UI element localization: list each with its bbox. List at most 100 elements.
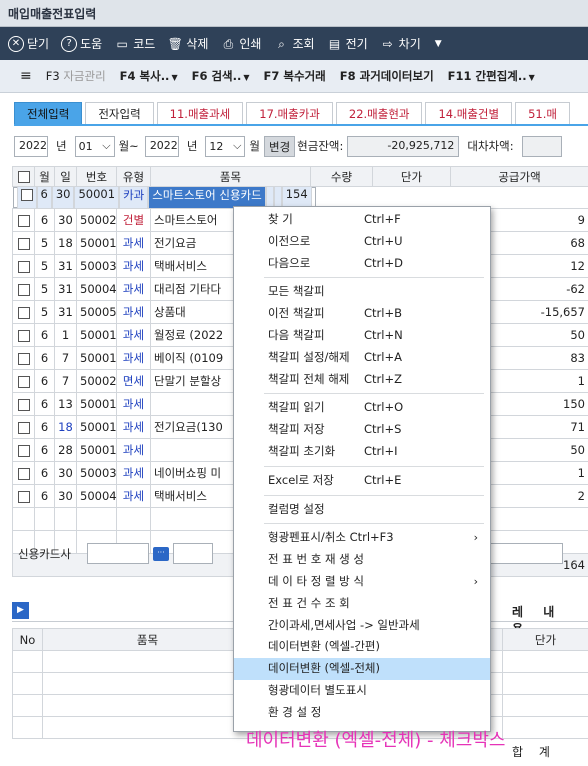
more-icon[interactable]: ▼ [435,39,442,49]
cell-m[interactable]: 6 [34,369,55,393]
cell-d[interactable]: 18 [54,415,77,439]
card-company-input[interactable] [86,543,149,564]
menu-item[interactable]: 책갈피 저장 Ctrl+S [234,419,490,441]
menu-item[interactable]: 다음으로 Ctrl+D [234,253,490,275]
cell-m[interactable]: 6 [34,392,55,416]
menu-item[interactable]: Excel로 저장 Ctrl+E [234,470,490,492]
checkbox[interactable] [17,237,30,250]
menu-item[interactable]: 이전으로 Ctrl+U [234,231,490,253]
cell-d[interactable]: 30 [54,461,77,485]
cell-d[interactable]: 7 [54,346,77,370]
year-to-input[interactable]: 2022 [144,135,179,157]
cell-type[interactable]: 카과 [119,186,149,209]
cell-no[interactable]: 50003 [76,254,117,278]
cell-m[interactable]: 6 [34,484,55,508]
detail-cell[interactable] [42,650,253,673]
checkbox[interactable] [17,490,30,503]
checkbox[interactable] [17,214,30,227]
row-select-cell[interactable] [12,438,35,462]
tab-5[interactable]: 14.매출건별 [425,102,513,124]
row-select-cell[interactable] [12,277,35,301]
cell-type[interactable]: 건별 [116,208,151,232]
cell-no[interactable]: 50001 [76,231,117,255]
detail-cell[interactable] [42,672,253,695]
tab-2[interactable]: 11.매출과세 [156,102,244,124]
function-f7-button[interactable]: F7 복수거래 [264,68,326,84]
cell-no[interactable]: 50004 [76,277,117,301]
menu-item[interactable]: 간이과세,면세사업 -> 일반과세 [234,615,490,637]
checkbox[interactable] [17,306,30,319]
tab-0[interactable]: 전체입력 [14,102,83,124]
cell-type[interactable]: 과세 [116,484,151,508]
row-select-cell[interactable] [16,186,37,209]
cell-no[interactable]: 50002 [76,208,117,232]
tab-3[interactable]: 17.매출카과 [246,102,333,124]
cell-type[interactable]: 과세 [116,277,151,301]
menu-item[interactable]: 책갈피 설정/해제 Ctrl+A [234,347,490,369]
row-select-cell[interactable] [12,415,35,439]
cell-m[interactable]: 5 [34,277,55,301]
cell-no[interactable]: 50005 [76,300,117,324]
cell-type[interactable]: 과세 [116,392,151,416]
detail-cell[interactable] [502,650,588,673]
checkbox[interactable] [17,283,30,296]
help-button[interactable]: ? 도움 [61,35,102,52]
menu-item[interactable]: 형광펜표시/취소 Ctrl+F3 › [234,527,490,549]
cell-m[interactable]: 6 [34,208,55,232]
table-row[interactable]: 6 30 50001 카과 스마트스토어 신용카드 154 [12,186,316,209]
checkbox[interactable] [17,444,30,457]
menu-item[interactable]: 환 경 설 정 [234,702,490,724]
checkbox[interactable] [17,398,30,411]
menu-item[interactable]: 책갈피 읽기 Ctrl+O [234,397,490,419]
empty-cell[interactable] [116,507,151,531]
cell-m[interactable]: 6 [36,186,52,209]
row-select-cell[interactable] [12,323,35,347]
cell-no[interactable]: 50001 [76,415,117,439]
month-from-select[interactable]: 01 ⌵ [74,135,115,157]
cell-m[interactable]: 6 [34,415,55,439]
cell-type[interactable]: 과세 [116,415,151,439]
tab-4[interactable]: 22.매출현과 [335,102,423,124]
cell-m[interactable]: 6 [34,346,55,370]
menu-item[interactable]: 전 표 번 호 재 생 성 [234,549,490,571]
cell-type[interactable]: 과세 [116,231,151,255]
checkbox[interactable] [17,352,30,365]
empty-cell[interactable] [34,507,55,531]
row-select-cell[interactable] [12,369,35,393]
cell-m[interactable]: 6 [34,323,55,347]
voucher-button[interactable]: ▤ 전기 [327,35,368,52]
menu-item[interactable]: 형광데이터 별도표시 [234,680,490,702]
cell-m[interactable]: 5 [34,231,55,255]
checkbox[interactable] [17,421,30,434]
cell-type[interactable]: 과세 [116,438,151,462]
menu-item[interactable]: 모든 책갈피 [234,281,490,303]
detail-cell[interactable] [502,672,588,695]
detail-cell[interactable] [12,650,43,673]
search-button[interactable]: ⌕ 조회 [273,35,314,52]
tab-6[interactable]: 51.매 [515,102,570,124]
checkbox[interactable] [17,171,30,183]
menu-item[interactable]: 전 표 건 수 조 회 [234,593,490,615]
next-button[interactable]: ⇨ 차기 [380,35,421,52]
detail-cell[interactable] [12,694,43,717]
code-button[interactable]: ▭ 코드 [114,35,156,52]
checkbox[interactable] [20,188,33,201]
close-button[interactable]: ✕ 닫기 [8,35,49,52]
cell-no[interactable]: 50002 [76,369,117,393]
menu-item[interactable]: 컬럼명 설정 [234,499,490,521]
cell-type[interactable]: 과세 [116,323,151,347]
cell-no[interactable]: 50001 [76,346,117,370]
cell-no[interactable]: 50001 [76,438,117,462]
detail-cell[interactable] [502,694,588,717]
detail-cell[interactable] [42,694,253,717]
cell-type[interactable]: 과세 [116,254,151,278]
menu-item[interactable]: 데이터변환 (엑셀-간편) [234,636,490,658]
year-from-input[interactable]: 2022 [14,135,48,157]
cell-d[interactable]: 31 [54,300,77,324]
delete-button[interactable]: 🗑 삭제 [167,35,209,52]
tab-1[interactable]: 전자입력 [85,102,154,124]
cell-d[interactable]: 1 [54,323,77,347]
function-f8-button[interactable]: F8 과거데이터보기 [340,68,434,84]
row-select-cell[interactable] [12,346,35,370]
cell-no[interactable]: 50001 [76,323,117,347]
